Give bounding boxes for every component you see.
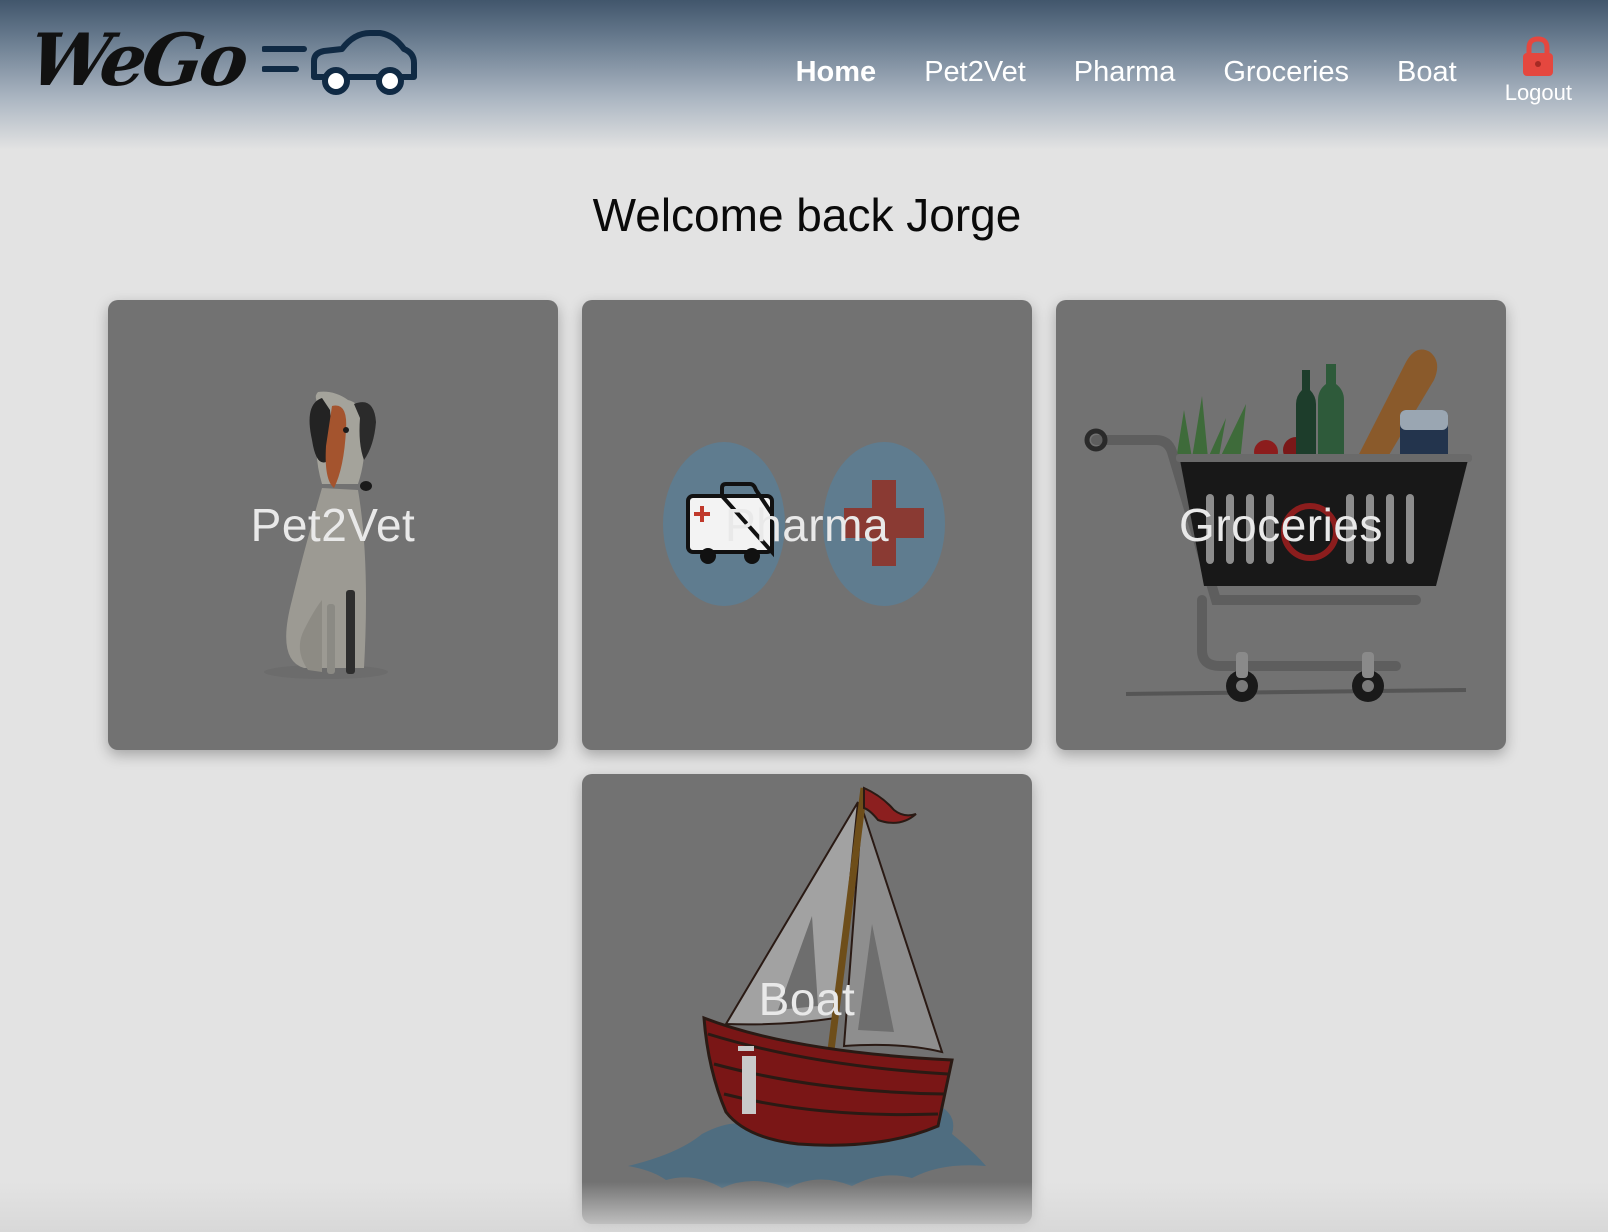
pharma-card[interactable]: Pharma <box>582 300 1032 750</box>
boat-card[interactable]: Boat <box>582 774 1032 1224</box>
logo-text: WeGo <box>24 16 251 102</box>
nav-pharma[interactable]: Pharma <box>1074 50 1176 94</box>
nav-boat[interactable]: Boat <box>1397 50 1457 94</box>
logout-button[interactable]: Logout <box>1505 36 1572 106</box>
car-icon <box>262 30 418 95</box>
groceries-card[interactable]: Groceries <box>1056 300 1506 750</box>
pet2vet-card[interactable]: Pet2Vet <box>108 300 558 750</box>
lock-icon <box>1523 36 1554 76</box>
card-label: Pharma <box>724 499 890 551</box>
card-label: Boat <box>758 973 856 1025</box>
wego-logo[interactable]: WeGo <box>24 14 418 104</box>
nav-pet2vet[interactable]: Pet2Vet <box>924 50 1026 94</box>
card-label: Groceries <box>1179 499 1383 551</box>
card-label: Pet2Vet <box>250 499 416 551</box>
nav-groceries[interactable]: Groceries <box>1223 50 1349 94</box>
welcome-heading: Welcome back Jorge <box>592 189 1022 241</box>
page: WeGo Home Pet2Vet Pharma Groceries Boat <box>0 0 1608 1232</box>
main-nav: Home Pet2Vet Pharma Groceries Boat Logou… <box>796 36 1608 106</box>
nav-home[interactable]: Home <box>796 50 877 94</box>
top-header: WeGo Home Pet2Vet Pharma Groceries Boat <box>0 0 1608 150</box>
logout-label: Logout <box>1504 80 1572 105</box>
